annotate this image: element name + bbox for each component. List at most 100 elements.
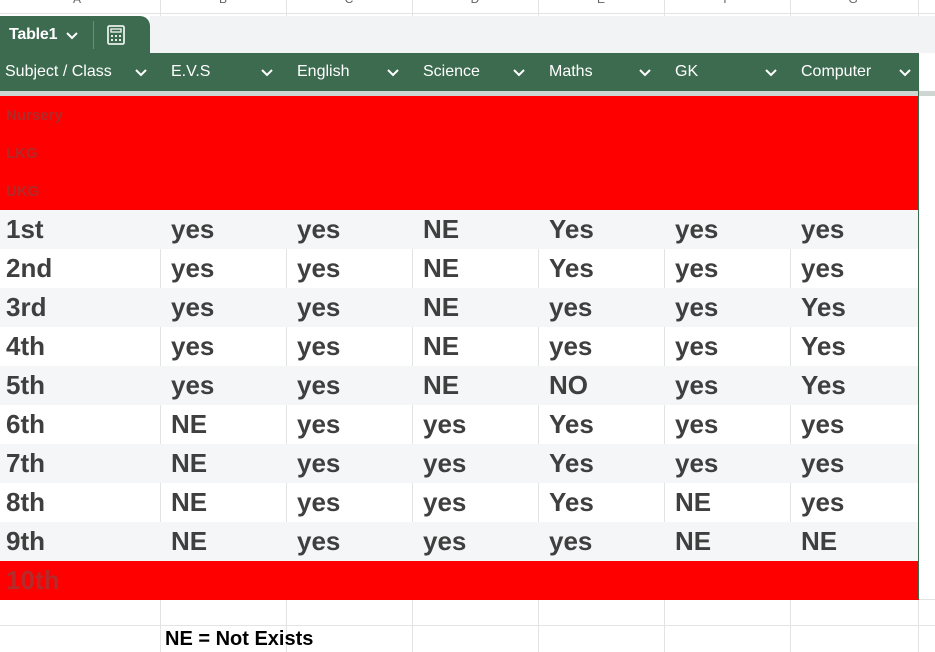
row-label-cell[interactable]: 8th [0, 483, 160, 522]
chevron-down-icon[interactable] [764, 65, 778, 79]
header-maths[interactable]: Maths [538, 53, 664, 91]
table-cell[interactable]: yes [412, 483, 538, 522]
table-cell[interactable]: yes [664, 405, 790, 444]
chevron-down-icon[interactable] [386, 65, 400, 79]
row-label-cell[interactable]: 1st [0, 210, 160, 249]
table-cell[interactable]: yes [664, 366, 790, 405]
table-row[interactable]: 8th NE yes yes Yes NE yes [0, 483, 919, 522]
header-english[interactable]: English [286, 53, 412, 91]
header-computer[interactable]: Computer [790, 53, 919, 91]
table-cell[interactable]: NE [412, 210, 538, 249]
table-row[interactable]: 4th yes yes NE yes yes Yes [0, 327, 919, 366]
column-letter[interactable]: B [160, 0, 286, 6]
table-row[interactable]: 5th yes yes NE NO yes Yes [0, 366, 919, 405]
table-cell[interactable]: NE [412, 288, 538, 327]
chevron-down-icon[interactable] [512, 65, 526, 79]
table-cell[interactable]: yes [664, 444, 790, 483]
table-row[interactable]: 10th [0, 561, 919, 600]
table-cell[interactable]: yes [664, 210, 790, 249]
table-cell[interactable]: NE [664, 522, 790, 561]
column-letter[interactable]: A [14, 0, 140, 6]
table-cell[interactable]: NE [664, 483, 790, 522]
column-letter[interactable]: D [412, 0, 538, 6]
table-cell[interactable]: Yes [538, 444, 664, 483]
table-cell[interactable]: yes [286, 522, 412, 561]
table-cell[interactable]: Yes [790, 327, 919, 366]
table-cell[interactable]: yes [286, 405, 412, 444]
row-label-cell[interactable]: 5th [0, 366, 160, 405]
table-cell[interactable]: yes [160, 366, 286, 405]
legend-note[interactable]: NE = Not Exists [165, 628, 313, 651]
table-cell[interactable]: NE [790, 522, 919, 561]
row-label-cell[interactable]: 4th [0, 327, 160, 366]
table-cell[interactable]: yes [790, 444, 919, 483]
table-cell[interactable]: NE [160, 483, 286, 522]
table-row[interactable]: Nursery [0, 96, 919, 134]
table-cell[interactable]: yes [160, 288, 286, 327]
table-cell[interactable]: Yes [538, 483, 664, 522]
table-row[interactable]: 3rd yes yes NE yes yes Yes [0, 288, 919, 327]
table-cell[interactable]: NO [538, 366, 664, 405]
table-cell[interactable]: Yes [790, 366, 919, 405]
chevron-down-icon[interactable] [65, 28, 79, 42]
table-cell[interactable]: yes [664, 327, 790, 366]
table-row[interactable]: 7th NE yes yes Yes yes yes [0, 444, 919, 483]
table-cell[interactable]: Yes [538, 405, 664, 444]
header-subject-class[interactable]: Subject / Class [0, 53, 160, 91]
table-cell[interactable]: yes [790, 249, 919, 288]
row-label-cell[interactable]: 2nd [0, 249, 160, 288]
table-cell[interactable]: NE [160, 522, 286, 561]
table-cell[interactable]: yes [286, 249, 412, 288]
chevron-down-icon[interactable] [134, 65, 148, 79]
column-letter[interactable]: F [664, 0, 790, 6]
chevron-down-icon[interactable] [898, 65, 912, 79]
table-row[interactable]: UKG [0, 172, 919, 210]
table-cell[interactable]: NE [412, 366, 538, 405]
table-calc-icon[interactable] [105, 24, 127, 46]
table-cell[interactable]: Yes [538, 210, 664, 249]
table-cell[interactable]: yes [286, 327, 412, 366]
table-name[interactable]: Table1 [9, 26, 58, 44]
table-cell[interactable]: Yes [538, 249, 664, 288]
table-cell[interactable]: yes [160, 327, 286, 366]
table-cell[interactable]: yes [412, 444, 538, 483]
column-letter[interactable]: E [538, 0, 664, 6]
table-cell[interactable]: yes [286, 288, 412, 327]
table-cell[interactable]: NE [412, 249, 538, 288]
table-cell[interactable]: yes [538, 288, 664, 327]
table-name-chip[interactable]: Table1 [0, 16, 150, 53]
header-science[interactable]: Science [412, 53, 538, 91]
table-cell[interactable]: yes [160, 210, 286, 249]
table-cell[interactable]: yes [412, 522, 538, 561]
table-cell[interactable]: yes [538, 327, 664, 366]
table-cell[interactable]: yes [790, 405, 919, 444]
chevron-down-icon[interactable] [638, 65, 652, 79]
row-label-cell[interactable]: 3rd [0, 288, 160, 327]
table-cell[interactable]: NE [412, 327, 538, 366]
table-cell[interactable]: yes [790, 483, 919, 522]
table-row[interactable]: 9th NE yes yes yes NE NE [0, 522, 919, 561]
header-gk[interactable]: GK [664, 53, 790, 91]
column-letter[interactable]: G [790, 0, 916, 6]
table-row[interactable]: 1st yes yes NE Yes yes yes [0, 210, 919, 249]
column-letter[interactable]: C [286, 0, 412, 6]
table-cell[interactable]: yes [286, 210, 412, 249]
table-row[interactable]: 6th NE yes yes Yes yes yes [0, 405, 919, 444]
table-cell[interactable]: yes [286, 444, 412, 483]
header-evs[interactable]: E.V.S [160, 53, 286, 91]
table-cell[interactable]: NE [160, 444, 286, 483]
table-cell[interactable]: yes [790, 210, 919, 249]
table-cell[interactable]: yes [286, 483, 412, 522]
table-cell[interactable]: NE [160, 405, 286, 444]
row-label-cell[interactable]: 6th [0, 405, 160, 444]
table-row[interactable]: 2nd yes yes NE Yes yes yes [0, 249, 919, 288]
chevron-down-icon[interactable] [260, 65, 274, 79]
table-cell[interactable]: Yes [790, 288, 919, 327]
table-cell[interactable]: yes [664, 288, 790, 327]
row-label-cell[interactable]: 9th [0, 522, 160, 561]
table-cell[interactable]: yes [664, 249, 790, 288]
table-cell[interactable]: yes [538, 522, 664, 561]
row-label-cell[interactable]: 7th [0, 444, 160, 483]
table-cell[interactable]: yes [412, 405, 538, 444]
table-cell[interactable]: yes [160, 249, 286, 288]
